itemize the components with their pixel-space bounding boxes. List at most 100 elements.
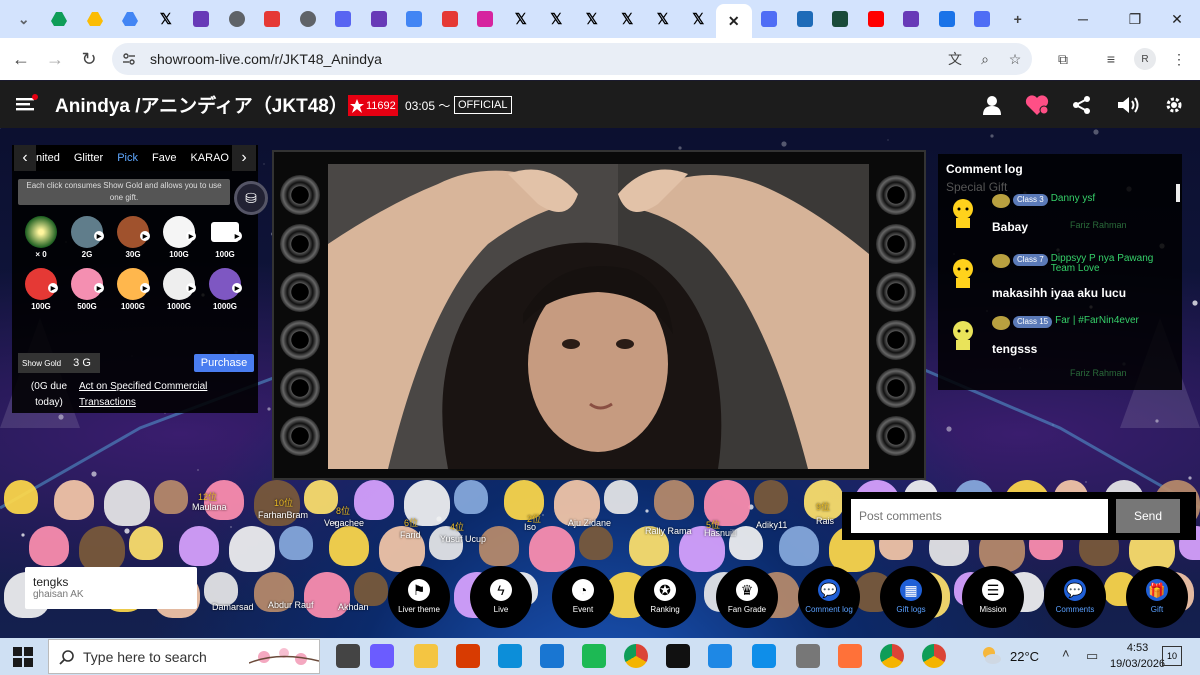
viewer-avatar[interactable]	[754, 480, 788, 514]
browser-tab[interactable]	[929, 4, 965, 34]
translate-icon[interactable]: 文	[944, 48, 966, 70]
play-icon[interactable]: ▶	[232, 231, 242, 241]
viewer-avatar[interactable]	[329, 526, 369, 566]
capcut-icon[interactable]	[666, 644, 690, 668]
nav-gift-button[interactable]: 🎁 Gift	[1126, 566, 1188, 628]
viewer-avatar[interactable]	[79, 526, 125, 572]
commercial-transactions-link[interactable]: Act on Specified Commercial Transactions	[79, 379, 239, 411]
teamviewer-icon[interactable]	[752, 644, 776, 668]
gift-item[interactable]: ▶ 500G	[64, 261, 110, 311]
url-input[interactable]: showroom-live.com/r/JKT48_Anindya	[112, 43, 1032, 75]
viewer-avatar[interactable]	[579, 526, 613, 560]
bookmark-star-icon[interactable]: ☆	[1004, 48, 1026, 70]
play-icon[interactable]: ▶	[94, 283, 104, 293]
tray-chevron-up-icon[interactable]: ˄	[1062, 646, 1070, 661]
settings-gear-icon[interactable]	[1162, 93, 1186, 117]
play-icon[interactable]: ▶	[48, 283, 58, 293]
browser-tab[interactable]: 𝕏	[148, 4, 184, 34]
browser-tab[interactable]	[468, 4, 504, 34]
browser-tab[interactable]	[432, 4, 468, 34]
gift-tab[interactable]: Fave	[152, 152, 176, 164]
browser-tab[interactable]: 𝕏	[610, 4, 646, 34]
maximize-icon[interactable]: ❐	[1112, 0, 1158, 38]
browser-tab[interactable]	[77, 4, 113, 34]
gift-tabs-next-icon[interactable]: ›	[232, 145, 256, 171]
browser-tab[interactable]	[42, 4, 78, 34]
windows-start-icon[interactable]	[13, 647, 33, 667]
nav-liver-theme-button[interactable]: ⚑ Liver theme	[388, 566, 450, 628]
browser-tab[interactable]	[823, 4, 859, 34]
browser-tab[interactable]: ✕	[716, 4, 752, 38]
commenter-name[interactable]: Dippsyy P nya Pawang Team Love	[1051, 254, 1178, 274]
play-icon[interactable]: ▶	[186, 283, 196, 293]
viewer-avatar[interactable]	[604, 480, 638, 514]
commenter-name[interactable]: Danny ysf	[1051, 194, 1095, 204]
zoom-icon[interactable]: ⌕	[974, 48, 996, 70]
m365-icon[interactable]	[456, 644, 480, 668]
store-icon[interactable]	[540, 644, 564, 668]
chrome-icon[interactable]	[922, 644, 946, 668]
nav-fan-grade-button[interactable]: ♛ Fan Grade	[716, 566, 778, 628]
nav-gift-logs-button[interactable]: ▦ Gift logs	[880, 566, 942, 628]
network-icon[interactable]: ▭	[1086, 648, 1098, 664]
gift-item[interactable]: ▶ 1000G	[110, 261, 156, 311]
comment-log-scrollbar[interactable]	[1176, 184, 1180, 202]
notifications-icon[interactable]: 10	[1162, 646, 1182, 666]
gift-item[interactable]: ▶ 30G	[110, 209, 156, 259]
weather-sun-cloud-icon[interactable]	[980, 644, 1002, 666]
purchase-button[interactable]: Purchase	[194, 354, 254, 372]
file-explorer-icon[interactable]	[414, 644, 438, 668]
profile-avatar[interactable]: R	[1134, 48, 1156, 70]
live-video[interactable]	[328, 164, 869, 469]
gift-tab[interactable]: KARAO	[190, 152, 229, 164]
window-close-icon[interactable]: ✕	[1154, 0, 1200, 38]
viewer-avatar[interactable]	[4, 480, 38, 514]
viewer-avatar[interactable]	[204, 572, 238, 606]
browser-tab[interactable]	[361, 4, 397, 34]
taskbar-clock[interactable]: 4:53 19/03/2026	[1110, 640, 1165, 672]
viewer-avatar[interactable]	[304, 480, 338, 514]
browser-tab[interactable]	[894, 4, 930, 34]
browser-tab[interactable]: 𝕏	[539, 4, 575, 34]
play-icon[interactable]: ▶	[140, 231, 150, 241]
extensions-icon[interactable]: ⧉	[1052, 48, 1074, 70]
gift-tab[interactable]: Glitter	[74, 152, 103, 164]
play-icon[interactable]: ▶	[140, 283, 150, 293]
browser-tab[interactable]	[326, 4, 362, 34]
viewer-avatar[interactable]	[54, 480, 94, 520]
copilot-icon[interactable]	[370, 644, 394, 668]
commenter-name[interactable]: Far | #FarNin4ever	[1055, 316, 1139, 326]
browser-tab[interactable]	[219, 4, 255, 34]
viewer-avatar[interactable]	[179, 526, 219, 566]
spotify-icon[interactable]	[582, 644, 606, 668]
photos-icon[interactable]	[708, 644, 732, 668]
edge-icon[interactable]	[498, 644, 522, 668]
post-comment-input[interactable]	[851, 499, 1108, 533]
viewer-avatar[interactable]	[154, 480, 188, 514]
gift-item[interactable]: ▶ 100G	[202, 209, 248, 259]
browser-tab[interactable]	[290, 4, 326, 34]
browser-tab[interactable]: +	[1000, 4, 1036, 34]
keyboard-icon[interactable]	[796, 644, 820, 668]
viewer-avatar[interactable]	[279, 526, 313, 560]
browser-tab[interactable]: 𝕏	[681, 4, 717, 34]
browser-tab[interactable]	[787, 4, 823, 34]
nav-ranking-button[interactable]: ✪ Ranking	[634, 566, 696, 628]
browser-tab[interactable]	[858, 4, 894, 34]
viewer-avatar[interactable]	[654, 480, 694, 520]
gift-item[interactable]: ▶ 1000G	[202, 261, 248, 311]
share-icon[interactable]	[1070, 93, 1094, 117]
viewer-avatar[interactable]	[479, 526, 519, 566]
send-button[interactable]: Send	[1116, 499, 1180, 533]
gift-item[interactable]: ▶ 100G	[156, 209, 202, 259]
hamburger-menu-icon[interactable]	[16, 94, 38, 114]
gift-item[interactable]: ▶ 1000G	[156, 261, 202, 311]
gift-item[interactable]: × 0	[18, 209, 64, 259]
play-icon[interactable]: ▶	[94, 231, 104, 241]
forward-icon[interactable]: →	[38, 42, 72, 76]
play-icon[interactable]: ▶	[232, 283, 242, 293]
menu-kebab-icon[interactable]: ⋮	[1168, 48, 1190, 70]
viewer-avatar[interactable]	[529, 526, 575, 572]
browser-tab[interactable]	[397, 4, 433, 34]
chrome-icon[interactable]	[624, 644, 648, 668]
